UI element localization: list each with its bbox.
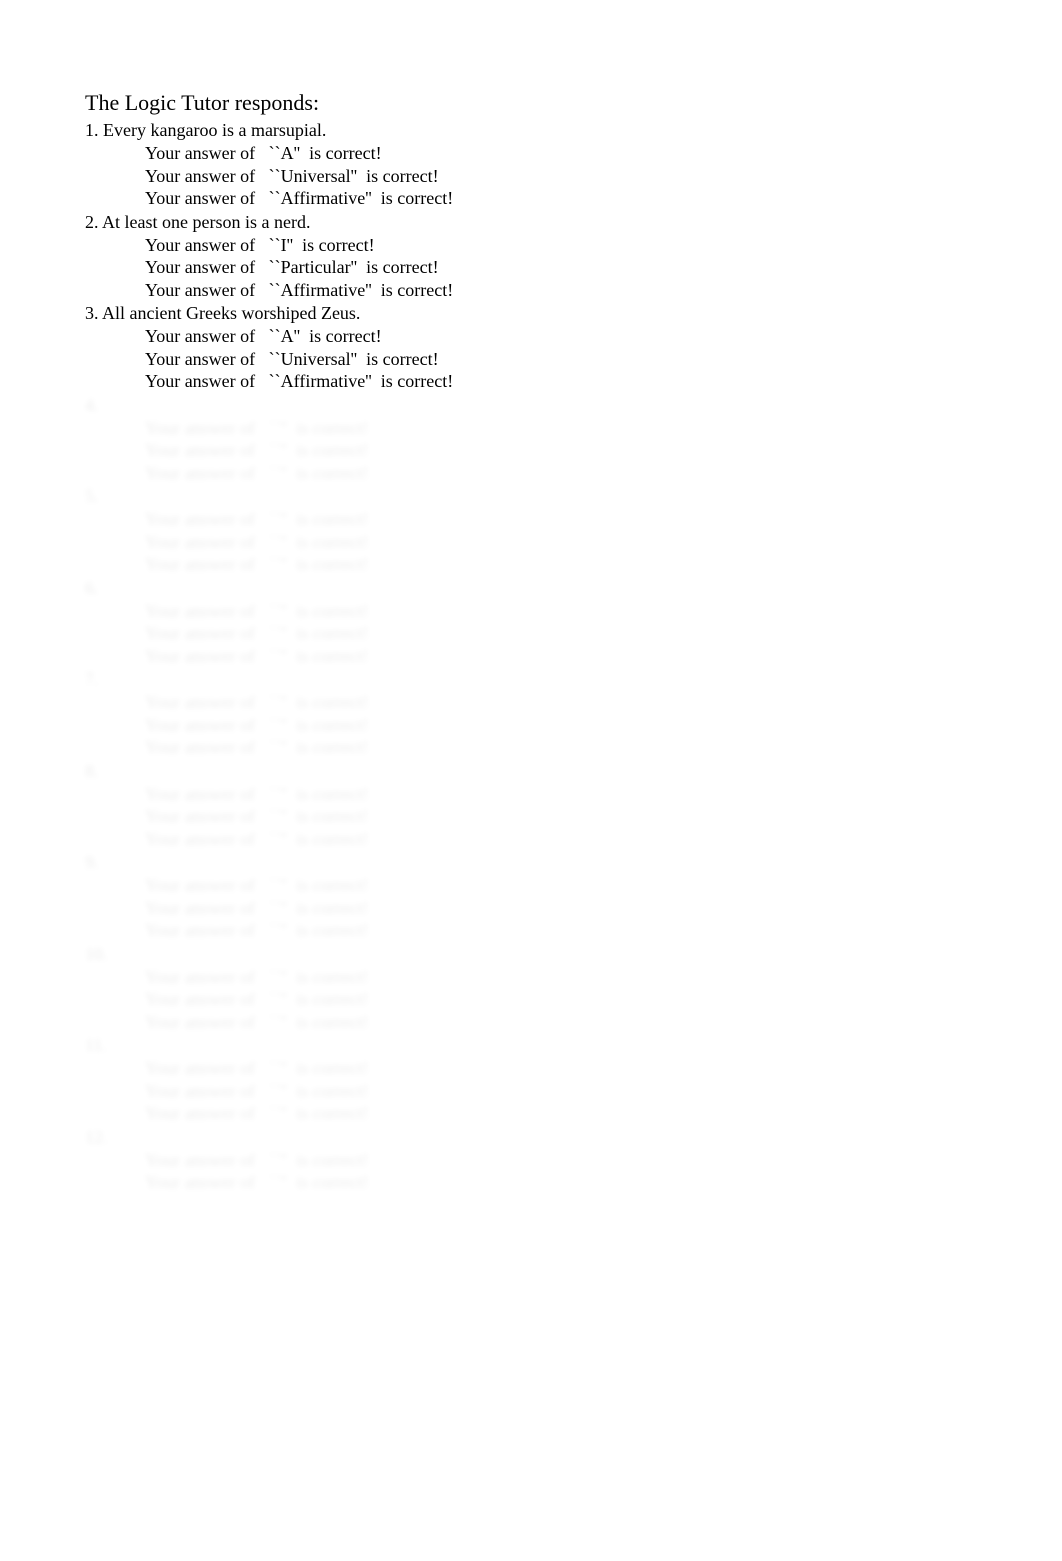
answer-feedback-line: Your answer of ``'' is correct! [85, 1102, 977, 1125]
answer-feedback-line: Your answer of ``'' is correct! [85, 553, 977, 576]
quiz-item: 5. Your answer of ``'' is correct!Your a… [85, 486, 977, 576]
quiz-item: 3. All ancient Greeks worshiped Zeus.You… [85, 303, 977, 393]
answer-feedback-line: Your answer of ``'' is correct! [85, 805, 977, 828]
quiz-item: 2. At least one person is a nerd.Your an… [85, 212, 977, 302]
answer-feedback-line: Your answer of ``A'' is correct! [85, 142, 977, 165]
item-statement: 8. [85, 761, 977, 782]
quiz-item: 4. Your answer of ``'' is correct!Your a… [85, 395, 977, 485]
answer-feedback-line: Your answer of ``'' is correct! [85, 462, 977, 485]
answer-feedback-line: Your answer of ``'' is correct! [85, 508, 977, 531]
answer-feedback-line: Your answer of ``'' is correct! [85, 736, 977, 759]
answer-feedback-line: Your answer of ``'' is correct! [85, 897, 977, 920]
answer-feedback-line: Your answer of ``Particular'' is correct… [85, 256, 977, 279]
answer-feedback-line: Your answer of ``'' is correct! [85, 645, 977, 668]
quiz-item: 6. Your answer of ``'' is correct!Your a… [85, 578, 977, 668]
answer-feedback-line: Your answer of ``'' is correct! [85, 691, 977, 714]
answer-feedback-line: Your answer of ``Affirmative'' is correc… [85, 279, 977, 302]
item-statement: 2. At least one person is a nerd. [85, 212, 977, 233]
answer-feedback-line: Your answer of ``'' is correct! [85, 828, 977, 851]
answer-feedback-line: Your answer of ``'' is correct! [85, 1149, 977, 1172]
item-statement: 9. [85, 852, 977, 873]
answer-feedback-line: Your answer of ``'' is correct! [85, 531, 977, 554]
item-statement: 10. [85, 944, 977, 965]
answer-feedback-line: Your answer of ``'' is correct! [85, 439, 977, 462]
answer-feedback-line: Your answer of ``Affirmative'' is correc… [85, 370, 977, 393]
answer-feedback-line: Your answer of ``'' is correct! [85, 783, 977, 806]
answer-feedback-line: Your answer of ``'' is correct! [85, 1171, 977, 1194]
quiz-item: 1. Every kangaroo is a marsupial.Your an… [85, 120, 977, 210]
answer-feedback-line: Your answer of ``'' is correct! [85, 600, 977, 623]
answer-feedback-line: Your answer of ``'' is correct! [85, 988, 977, 1011]
quiz-item: 9. Your answer of ``'' is correct!Your a… [85, 852, 977, 942]
answer-feedback-line: Your answer of ``'' is correct! [85, 874, 977, 897]
answer-feedback-line: Your answer of ``I'' is correct! [85, 234, 977, 257]
answer-feedback-line: Your answer of ``'' is correct! [85, 966, 977, 989]
quiz-item: 8. Your answer of ``'' is correct!Your a… [85, 761, 977, 851]
answer-feedback-line: Your answer of ``Universal'' is correct! [85, 165, 977, 188]
item-statement: 12. [85, 1127, 977, 1148]
item-statement: 3. All ancient Greeks worshiped Zeus. [85, 303, 977, 324]
item-statement: 1. Every kangaroo is a marsupial. [85, 120, 977, 141]
quiz-item: 7. Your answer of ``'' is correct!Your a… [85, 669, 977, 759]
answer-feedback-line: Your answer of ``'' is correct! [85, 1011, 977, 1034]
answer-feedback-line: Your answer of ``'' is correct! [85, 714, 977, 737]
quiz-item: 11. Your answer of ``'' is correct!Your … [85, 1035, 977, 1125]
answer-feedback-line: Your answer of ``'' is correct! [85, 622, 977, 645]
quiz-item: 12. Your answer of ``'' is correct!Your … [85, 1127, 977, 1194]
item-statement: 6. [85, 578, 977, 599]
answer-feedback-line: Your answer of ``A'' is correct! [85, 325, 977, 348]
item-statement: 5. [85, 486, 977, 507]
item-statement: 4. [85, 395, 977, 416]
answer-feedback-line: Your answer of ``Universal'' is correct! [85, 348, 977, 371]
response-header: The Logic Tutor responds: [85, 90, 977, 116]
answer-feedback-line: Your answer of ``'' is correct! [85, 919, 977, 942]
quiz-item: 10. Your answer of ``'' is correct!Your … [85, 944, 977, 1034]
answer-feedback-line: Your answer of ``Affirmative'' is correc… [85, 187, 977, 210]
page-container: The Logic Tutor responds: 1. Every kanga… [0, 0, 1062, 1286]
item-statement: 11. [85, 1035, 977, 1056]
items-list: 1. Every kangaroo is a marsupial.Your an… [85, 120, 977, 1194]
answer-feedback-line: Your answer of ``'' is correct! [85, 417, 977, 440]
answer-feedback-line: Your answer of ``'' is correct! [85, 1057, 977, 1080]
answer-feedback-line: Your answer of ``'' is correct! [85, 1080, 977, 1103]
item-statement: 7. [85, 669, 977, 690]
